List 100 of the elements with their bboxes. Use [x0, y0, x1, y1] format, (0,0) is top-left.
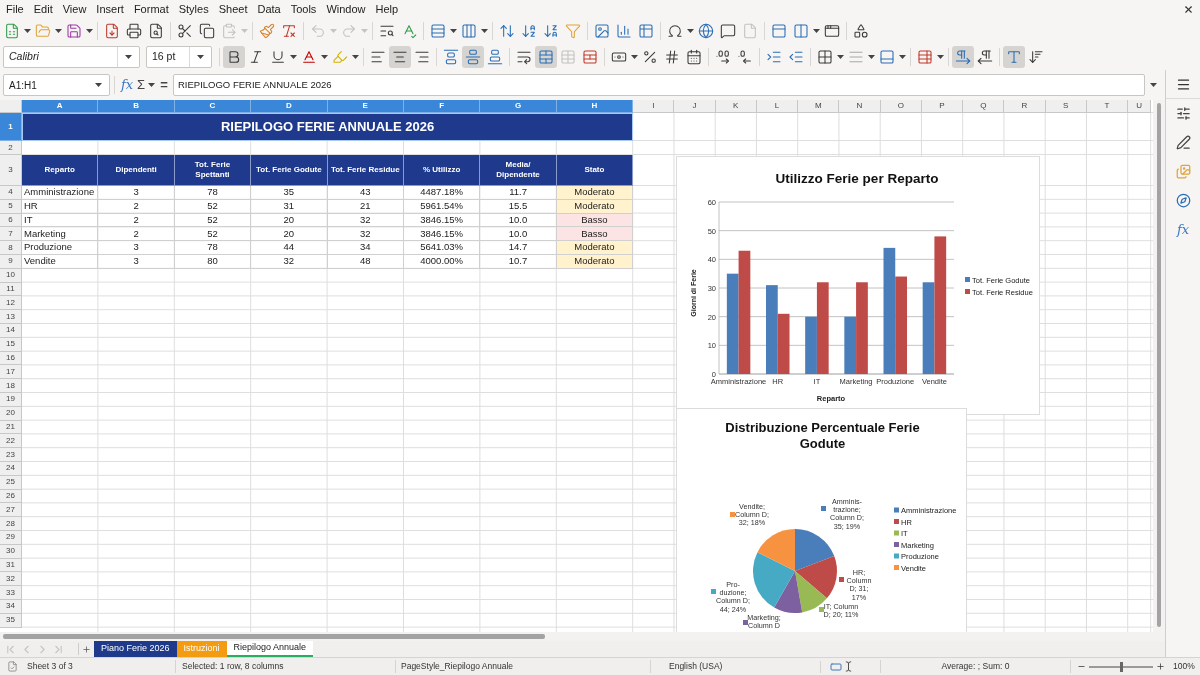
- scissors-icon[interactable]: [177, 23, 193, 39]
- globe-icon[interactable]: [698, 23, 714, 39]
- menu-item[interactable]: Format: [128, 1, 174, 17]
- column-header[interactable]: J: [674, 100, 716, 113]
- compass-icon[interactable]: [1175, 193, 1191, 208]
- merge-center-button[interactable]: [535, 46, 557, 68]
- menu-item[interactable]: Data: [252, 1, 286, 17]
- row-header[interactable]: 18: [0, 379, 22, 393]
- font-name-field[interactable]: Calibri: [3, 46, 140, 68]
- column-header[interactable]: M: [798, 100, 840, 113]
- functions-button[interactable]: fx: [1176, 222, 1190, 237]
- panel-icon[interactable]: [771, 23, 787, 39]
- formula-input[interactable]: RIEPILOGO FERIE ANNUALE 2026: [173, 74, 1145, 96]
- text-cursor-icon[interactable]: [843, 661, 854, 672]
- row-header[interactable]: 23: [0, 448, 22, 462]
- indent-decrease-icon[interactable]: [788, 49, 804, 65]
- function-wizard-button[interactable]: fx: [119, 77, 135, 93]
- caret-icon[interactable]: [1150, 83, 1157, 87]
- zoom-in-icon[interactable]: [1156, 662, 1165, 671]
- sheet-tab[interactable]: Riepilogo Annuale: [226, 641, 314, 657]
- clear-formatting-icon[interactable]: [281, 23, 297, 39]
- shapes-icon[interactable]: [853, 23, 869, 39]
- column-header[interactable]: A: [22, 100, 99, 113]
- caret-icon[interactable]: [197, 55, 204, 59]
- add-decimal-icon[interactable]: [715, 49, 731, 65]
- menu-icon[interactable]: [1175, 76, 1191, 92]
- window-icon[interactable]: [824, 23, 840, 39]
- row-header[interactable]: 7: [0, 227, 22, 242]
- row-header[interactable]: 2: [0, 141, 22, 155]
- menu-item[interactable]: View: [57, 1, 92, 17]
- row-header[interactable]: 17: [0, 365, 22, 380]
- caret-icon[interactable]: [148, 83, 155, 87]
- menu-item[interactable]: Help: [370, 1, 404, 17]
- row-header[interactable]: 27: [0, 503, 22, 518]
- paintbrush-icon[interactable]: [259, 23, 275, 39]
- align-middle-button[interactable]: [462, 46, 484, 68]
- font-size-field[interactable]: 16 pt: [146, 46, 212, 68]
- banknote-icon[interactable]: [611, 49, 627, 65]
- row-header[interactable]: 33: [0, 586, 22, 600]
- caret-icon[interactable]: [481, 29, 488, 33]
- menu-item[interactable]: Tools: [285, 1, 322, 17]
- column-header[interactable]: D: [251, 100, 328, 113]
- sum-button[interactable]: Σ: [135, 77, 147, 93]
- caret-icon[interactable]: [899, 55, 906, 59]
- table-grid-icon[interactable]: [582, 49, 598, 65]
- hash-icon[interactable]: [664, 49, 680, 65]
- sheet-tab[interactable]: Piano Ferie 2026: [94, 641, 177, 657]
- pen-icon[interactable]: [1175, 135, 1191, 150]
- text-search-icon[interactable]: [379, 23, 395, 39]
- align-center-button[interactable]: [389, 46, 411, 68]
- column-header[interactable]: P: [921, 100, 964, 113]
- sort-ascending-icon[interactable]: [521, 23, 537, 39]
- print-icon[interactable]: [126, 23, 142, 39]
- plus-icon[interactable]: [82, 644, 91, 654]
- text-horizontal-button[interactable]: [1003, 46, 1025, 68]
- row-header[interactable]: 12: [0, 296, 22, 311]
- sort-descending-icon[interactable]: [543, 23, 559, 39]
- up-down-arrows-icon[interactable]: [499, 23, 515, 39]
- close-icon[interactable]: [1183, 3, 1194, 15]
- row-header[interactable]: 13: [0, 310, 22, 324]
- caret-icon[interactable]: [450, 29, 457, 33]
- caret-icon[interactable]: [94, 83, 102, 87]
- caret-icon[interactable]: [86, 29, 93, 33]
- caret-icon[interactable]: [352, 55, 359, 59]
- percent-icon[interactable]: [642, 49, 658, 65]
- column-header[interactable]: Q: [963, 100, 1005, 113]
- row-header[interactable]: 32: [0, 572, 22, 587]
- save-icon[interactable]: [66, 23, 82, 39]
- column-header[interactable]: B: [98, 100, 175, 113]
- copy-icon[interactable]: [199, 23, 215, 39]
- table-icon[interactable]: [638, 23, 654, 39]
- caret-icon[interactable]: [937, 55, 944, 59]
- menu-item[interactable]: File: [1, 1, 29, 17]
- column-header[interactable]: U: [1128, 100, 1152, 113]
- menu-item[interactable]: Edit: [28, 1, 58, 17]
- calendar-icon[interactable]: [686, 49, 702, 65]
- column-header[interactable]: S: [1045, 100, 1087, 113]
- spellcheck-icon[interactable]: [401, 23, 417, 39]
- grid-icon[interactable]: [817, 49, 833, 65]
- caret-icon[interactable]: [687, 29, 694, 33]
- caret-icon[interactable]: [321, 55, 328, 59]
- menu-item[interactable]: Window: [321, 1, 371, 17]
- caret-icon[interactable]: [631, 55, 638, 59]
- name-box[interactable]: A1:H1: [3, 74, 110, 96]
- sliders-icon[interactable]: [1175, 106, 1191, 121]
- column-header[interactable]: R: [1004, 100, 1046, 113]
- indent-increase-icon[interactable]: [766, 49, 782, 65]
- row-header[interactable]: 8: [0, 241, 22, 255]
- row-header[interactable]: 3: [0, 155, 22, 186]
- file-download-icon[interactable]: [104, 23, 120, 39]
- caret-icon[interactable]: [868, 55, 875, 59]
- column-header[interactable]: K: [715, 100, 757, 113]
- column-header[interactable]: E: [327, 100, 404, 113]
- caret-icon[interactable]: [125, 55, 132, 59]
- scrollbar-thumb[interactable]: [3, 634, 545, 639]
- caret-icon[interactable]: [55, 29, 62, 33]
- chart-icon[interactable]: [616, 23, 632, 39]
- menu-item[interactable]: Insert: [91, 1, 129, 17]
- column-header[interactable]: H: [556, 100, 634, 113]
- row-header[interactable]: 28: [0, 517, 22, 531]
